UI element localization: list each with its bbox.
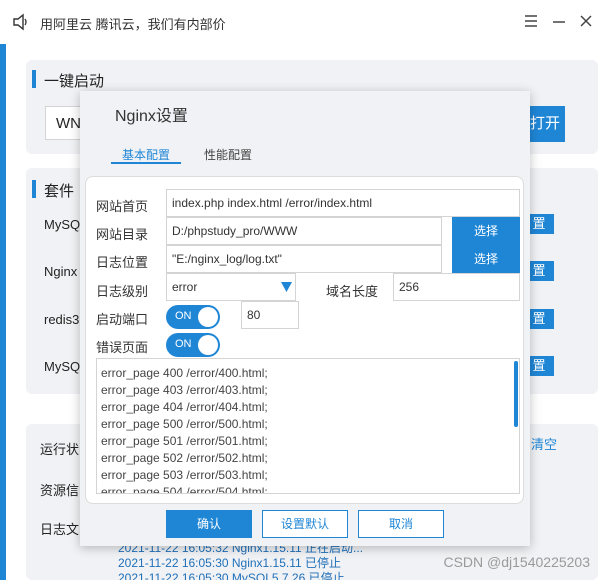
dropdown-arrow-icon xyxy=(281,282,292,292)
port-toggle[interactable]: ON xyxy=(166,305,220,329)
log-path-label: 日志位置 xyxy=(96,255,149,270)
log-level-label: 日志级别 xyxy=(96,284,149,299)
basic-config-panel: 网站首页 index.php index.html /error/index.h… xyxy=(85,176,524,504)
confirm-button[interactable]: 确认 xyxy=(166,510,252,538)
error-line: error_page 503 /error/503.html; xyxy=(101,468,268,482)
port-toggle-text: ON xyxy=(175,310,192,322)
choose-root-button[interactable]: 选择 xyxy=(452,217,520,245)
log-path-input[interactable]: "E:/nginx_log/log.txt" xyxy=(166,245,442,273)
port-label: 启动端口 xyxy=(96,312,149,327)
set-default-button[interactable]: 设置默认 xyxy=(262,510,348,538)
log-line: 2021-11-22 16:05:30 MySQL5.7.26 已停止 xyxy=(118,571,345,580)
close-icon[interactable] xyxy=(576,11,596,31)
log-level-value: error xyxy=(172,280,198,294)
scrollbar-thumb[interactable] xyxy=(514,361,518,427)
speaker-icon xyxy=(13,13,27,31)
section-marker xyxy=(32,180,36,198)
error-line: error_page 504 /error/504.html; xyxy=(101,485,268,494)
port-input[interactable]: 80 xyxy=(241,301,299,329)
suite-item-name: Nginx xyxy=(44,264,78,279)
error-line: error_page 403 /error/403.html; xyxy=(101,383,268,397)
error-page-toggle[interactable]: ON xyxy=(166,333,220,357)
resource-label: 资源信 xyxy=(40,483,80,498)
choose-log-button[interactable]: 选择 xyxy=(452,245,520,273)
watermark: CSDN @dj1540225203 xyxy=(443,554,590,570)
error-lines: error_page 400 /error/400.html; error_pa… xyxy=(97,365,268,494)
error-line: error_page 502 /error/502.html; xyxy=(101,451,268,465)
error-page-label: 错误页面 xyxy=(96,340,149,355)
error-line: error_page 400 /error/400.html; xyxy=(101,366,268,380)
tab-basic-config[interactable]: 基本配置 xyxy=(122,146,170,163)
menu-icon[interactable] xyxy=(521,11,541,31)
root-input[interactable]: D:/phpstudy_pro/WWW xyxy=(166,217,442,245)
error-line: error_page 404 /error/404.html; xyxy=(101,400,268,414)
index-input[interactable]: index.php index.html /error/index.html xyxy=(166,189,520,217)
scrollbar[interactable] xyxy=(513,359,519,493)
promo-notice[interactable]: 用阿里云 腾讯云，我们有内部价 xyxy=(40,14,226,33)
minimize-icon[interactable] xyxy=(549,11,569,31)
error-line: error_page 501 /error/501.html; xyxy=(101,434,268,448)
left-accent-bar xyxy=(0,44,6,580)
section-marker xyxy=(32,70,36,88)
index-label: 网站首页 xyxy=(96,199,149,214)
error-page-textarea[interactable]: error_page 400 /error/400.html; error_pa… xyxy=(96,358,520,494)
section-launch-title: 一键启动 xyxy=(44,73,105,90)
domain-length-label: 域名长度 xyxy=(326,284,379,299)
nginx-settings-dialog: Nginx设置 基本配置 性能配置 网站首页 index.php index.h… xyxy=(80,91,530,546)
suite-item-name: MySQ xyxy=(44,359,81,374)
toggle-knob xyxy=(198,307,218,327)
status-label: 运行状 xyxy=(40,442,80,457)
clear-log-link[interactable]: 清空 xyxy=(531,434,557,453)
tab-performance-config[interactable]: 性能配置 xyxy=(204,146,252,163)
domain-length-input[interactable]: 256 xyxy=(393,273,520,301)
log-level-select[interactable]: error xyxy=(166,273,296,301)
suite-item-name: redis3 xyxy=(44,312,80,327)
toggle-knob xyxy=(198,335,218,355)
section-suite-title: 套件 xyxy=(44,183,75,200)
cancel-button[interactable]: 取消 xyxy=(358,510,444,538)
title-bar: 用阿里云 腾讯云，我们有内部价 xyxy=(0,0,604,44)
error-toggle-text: ON xyxy=(175,338,192,350)
suite-item-name: MySQ xyxy=(44,217,81,232)
active-tab-indicator xyxy=(111,162,181,164)
dialog-title: Nginx设置 xyxy=(115,108,188,125)
root-label: 网站目录 xyxy=(96,227,149,242)
log-label: 日志文 xyxy=(40,522,80,537)
error-line: error_page 500 /error/500.html; xyxy=(101,417,268,431)
open-button[interactable]: 打开 xyxy=(525,106,565,142)
